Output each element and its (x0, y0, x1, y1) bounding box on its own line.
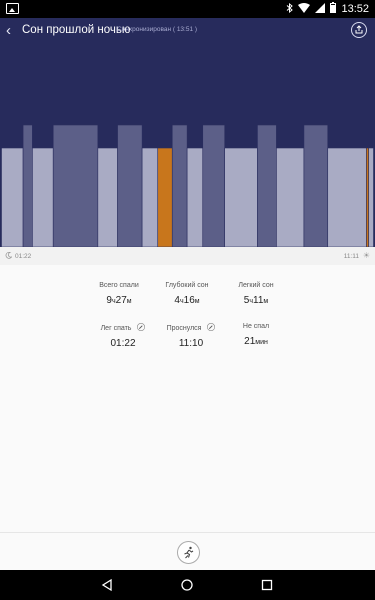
sleep-start-time: 01:22 (15, 253, 32, 260)
sleep-segment-light (224, 147, 258, 247)
moon-icon (5, 251, 13, 261)
wifi-icon (298, 2, 311, 16)
status-bar: 13:52 (0, 0, 375, 18)
sleep-segment-deep (202, 124, 225, 247)
signal-icon (315, 2, 326, 16)
sync-status: Синхронизирован ( 13:51 ) (117, 26, 198, 33)
sleep-segment-light (368, 147, 374, 247)
sleep-chart-svg (1, 124, 374, 247)
sleep-segment-deep (257, 124, 277, 247)
stat-label: Не спал (242, 323, 270, 330)
timeline-bar: 01:22 11:11 ☀ (0, 247, 375, 266)
sleep-segment-light (186, 147, 204, 247)
sleep-segment-deep (171, 124, 188, 247)
sleep-segment-light (141, 147, 159, 247)
edit-pencil-icon[interactable] (137, 323, 146, 331)
bluetooth-icon (286, 2, 294, 16)
sleep-segment-deep (117, 124, 143, 247)
sleep-segment-deep (22, 124, 33, 247)
sleep-segment-light (1, 147, 24, 247)
sleep-chart (0, 44, 375, 247)
sleep-stats: Всего спали 9ч27м Глубокий сон 4ч16м Лег… (0, 265, 375, 532)
sleep-segment-light (32, 147, 54, 247)
activity-button[interactable] (177, 541, 200, 564)
sun-icon: ☀ (362, 251, 370, 260)
sleep-segment-light (327, 147, 367, 247)
sleep-segment-light (276, 147, 305, 247)
status-time: 13:52 (341, 3, 369, 15)
share-icon[interactable] (351, 22, 367, 38)
sleep-end-time: 11:11 (343, 253, 359, 260)
nav-recents-icon[interactable] (260, 578, 274, 592)
stat-light-sleep: Легкий сон 5ч11м (211, 282, 301, 306)
back-arrow-icon[interactable]: ‹ (6, 21, 22, 41)
app-header: ‹ Сон прошлой ночью Синхронизирован ( 13… (0, 18, 375, 44)
system-navigation-bar (0, 570, 375, 600)
stat-value: 5ч11м (243, 295, 269, 306)
sleep-segment-light (97, 147, 118, 247)
stat-value: 21мин (244, 336, 268, 347)
sleep-segment-awake (366, 147, 369, 247)
battery-icon (330, 2, 337, 16)
action-bar (0, 532, 375, 571)
gallery-notification-icon (6, 3, 19, 14)
sleep-segment-awake (157, 147, 173, 247)
page-title: Сон прошлой ночью (22, 24, 131, 36)
stat-awake: Не спал 21мин (211, 323, 301, 347)
sleep-segment-deep (52, 124, 99, 247)
running-icon (184, 546, 194, 559)
stat-label: Легкий сон (238, 282, 274, 289)
nav-home-icon[interactable] (180, 578, 194, 592)
nav-back-icon[interactable] (100, 578, 114, 592)
sleep-segment-deep (303, 124, 329, 247)
